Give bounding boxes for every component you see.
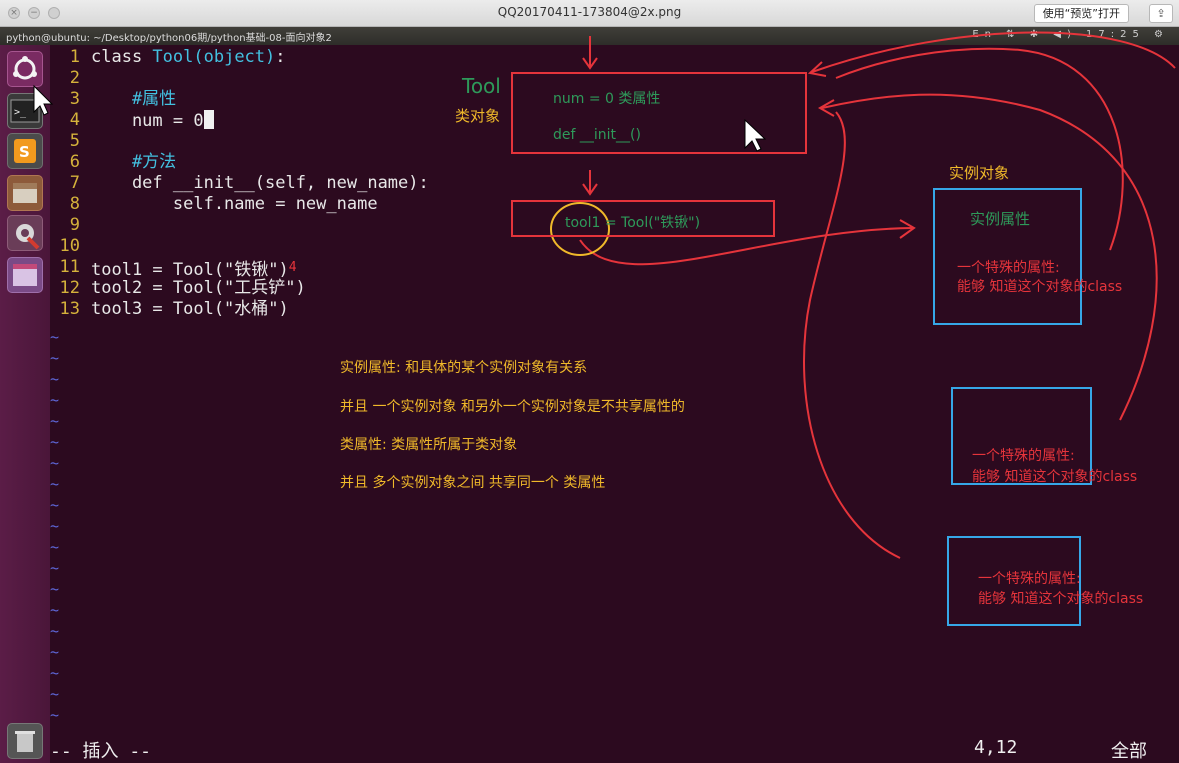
ubuntu-dash-icon[interactable] bbox=[7, 51, 43, 87]
share-icon[interactable]: ⇪ bbox=[1149, 4, 1173, 23]
empty-line-tilde: ~ bbox=[50, 517, 60, 535]
empty-line-tilde: ~ bbox=[50, 328, 60, 346]
note-shared: 并且 多个实例对象之间 共享同一个 类属性 bbox=[340, 475, 606, 491]
terminal-icon[interactable]: >_ bbox=[7, 93, 43, 129]
class-name-label: Tool bbox=[462, 74, 501, 98]
empty-line-tilde: ~ bbox=[50, 412, 60, 430]
scroll-indicator: 全部 bbox=[1111, 741, 1147, 762]
empty-line-tilde: ~ bbox=[50, 433, 60, 451]
empty-line-tilde: ~ bbox=[50, 580, 60, 598]
note-instance-attribute: 实例属性: 和具体的某个实例对象有关系 bbox=[340, 360, 588, 376]
sublime-text-icon[interactable]: S bbox=[7, 133, 43, 169]
text-cursor bbox=[203, 110, 214, 129]
empty-line-tilde: ~ bbox=[50, 685, 60, 703]
open-with-preview-button[interactable]: 使用“预览”打开 bbox=[1033, 4, 1129, 23]
empty-line-tilde: ~ bbox=[50, 538, 60, 556]
instance-attribute-label: 实例属性 bbox=[970, 210, 1031, 228]
empty-line-tilde: ~ bbox=[50, 370, 60, 388]
trash-icon[interactable] bbox=[7, 723, 43, 759]
special-attribute-label-3: 一个特殊的属性: bbox=[978, 571, 1081, 587]
file-manager-icon[interactable] bbox=[7, 175, 43, 211]
insert-mode-indicator: -- 插入 -- bbox=[50, 741, 152, 762]
preview-window-title: QQ20170411-173804@2x.png bbox=[497, 5, 682, 19]
special-attribute-label-2: 一个特殊的属性: bbox=[972, 448, 1075, 464]
empty-line-tilde: ~ bbox=[50, 601, 60, 619]
preview-title-bar: × − QQ20170411-173804@2x.png 使用“预览”打开 ⇪ bbox=[0, 0, 1179, 27]
empty-line-tilde: ~ bbox=[50, 664, 60, 682]
instance-object-label: 实例对象 bbox=[949, 164, 1010, 182]
init-method-text: def __init__() bbox=[553, 127, 641, 143]
system-tray[interactable]: En ⇅ ✱ ◀) 17:25 ⚙ bbox=[972, 29, 1169, 40]
empty-line-tilde: ~ bbox=[50, 643, 60, 661]
special-attribute-desc-2: 能够 知道这个对象的class bbox=[972, 469, 1138, 485]
empty-line-tilde: ~ bbox=[50, 622, 60, 640]
terminal-window-title: python@ubuntu: ~/Desktop/python06期/pytho… bbox=[6, 33, 332, 44]
empty-line-tilde: ~ bbox=[50, 706, 60, 724]
system-settings-icon[interactable] bbox=[7, 215, 43, 251]
special-attribute-desc-1: 能够 知道这个对象的class bbox=[957, 279, 1123, 295]
instance-creation-text: tool1 = Tool("铁锹") bbox=[565, 215, 701, 231]
svg-text:S: S bbox=[19, 143, 30, 161]
cursor-position: 4,12 bbox=[974, 737, 1018, 758]
empty-line-tilde: ~ bbox=[50, 496, 60, 514]
empty-line-tilde: ~ bbox=[50, 454, 60, 472]
empty-line-tilde: ~ bbox=[50, 349, 60, 367]
workspace-switcher-icon[interactable] bbox=[7, 257, 43, 293]
note-not-shared: 并且 一个实例对象 和另外一个实例对象是不共享属性的 bbox=[340, 399, 685, 415]
special-attribute-desc-3: 能够 知道这个对象的class bbox=[978, 591, 1144, 607]
empty-line-tilde: ~ bbox=[50, 559, 60, 577]
empty-line-tilde: ~ bbox=[50, 475, 60, 493]
ubuntu-launcher: >_ S bbox=[0, 45, 50, 763]
handwritten-mark: 4 bbox=[288, 260, 297, 275]
special-attribute-label-1: 一个特殊的属性: bbox=[957, 260, 1060, 276]
svg-text:>_: >_ bbox=[14, 107, 27, 118]
ubuntu-top-panel: python@ubuntu: ~/Desktop/python06期/pytho… bbox=[0, 27, 1179, 45]
class-attribute-text: num = 0 类属性 bbox=[553, 91, 661, 107]
empty-line-tilde: ~ bbox=[50, 391, 60, 409]
vim-status-line: -- 插入 -- 4,12 全部 bbox=[50, 735, 1179, 762]
class-object-label: 类对象 bbox=[455, 107, 501, 125]
note-class-attribute: 类属性: 类属性所属于类对象 bbox=[340, 437, 518, 453]
